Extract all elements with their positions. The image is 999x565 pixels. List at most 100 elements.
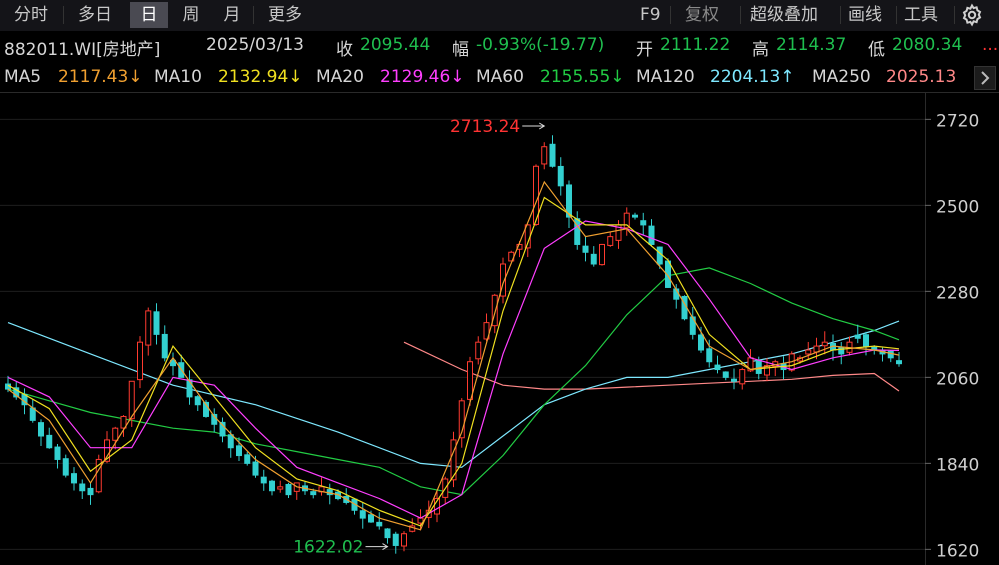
candle-body: [54, 446, 61, 460]
candle-body: [227, 434, 234, 449]
candle-body: [475, 341, 482, 360]
candle-body: [401, 533, 407, 547]
candle-body: [153, 311, 160, 335]
candle-body: [698, 334, 704, 351]
more-indicator[interactable]: ...: [982, 35, 998, 55]
candle-body: [557, 165, 564, 187]
candle-body: [863, 334, 869, 347]
security-code: 882011.WI[房地产]: [4, 40, 161, 60]
candle-body: [599, 243, 605, 266]
tool-divider: [670, 6, 671, 24]
candle-body: [648, 225, 655, 245]
candle-body: [590, 253, 597, 265]
candle-body: [71, 473, 77, 484]
ma250-value: 2025.13: [886, 67, 957, 87]
candle-body: [854, 334, 861, 339]
ma120-value: 2204.13↑: [710, 67, 795, 87]
y-tick-label: 2280: [936, 283, 979, 303]
quote-date: 2025/03/13: [206, 35, 304, 55]
low-label: 低: [868, 40, 885, 60]
candle-body: [194, 396, 201, 406]
ma10-label: MA10: [154, 67, 202, 87]
candle-body: [541, 146, 548, 165]
tab-weekly[interactable]: 周: [171, 2, 211, 28]
chevron-right-icon: [981, 71, 990, 85]
super-overlay-button[interactable]: 超级叠加: [750, 2, 818, 28]
candle-body: [269, 480, 275, 492]
ma250-label: MA250: [812, 67, 871, 87]
gear-icon[interactable]: [960, 3, 984, 27]
candle-body: [896, 360, 902, 365]
y-tick-label: 1620: [936, 541, 979, 561]
candle-body: [62, 458, 69, 476]
candle-body: [46, 434, 53, 449]
tab-intraday[interactable]: 分时: [0, 2, 62, 28]
low-value: 2080.34: [892, 35, 963, 55]
candle-body: [739, 369, 746, 385]
tab-monthly[interactable]: 月: [212, 2, 252, 28]
candle-body: [731, 378, 737, 382]
candle-body: [392, 533, 399, 546]
candle-body: [285, 483, 292, 496]
tab-more[interactable]: 更多: [254, 2, 316, 28]
candle-body: [656, 246, 663, 265]
candlestick-chart[interactable]: 2713.24 1622.02 2720 2500 2280 2060 1840 1620: [0, 92, 999, 565]
ma60-value: 2155.55↓: [540, 67, 625, 87]
candle-body: [384, 528, 391, 539]
adjust-button[interactable]: 复权: [685, 2, 719, 28]
ma60-label: MA60: [476, 67, 524, 87]
y-tick-label: 2060: [936, 369, 979, 389]
candle-body: [706, 348, 713, 363]
close-value: 2095.44: [360, 35, 431, 55]
high-value: 2114.37: [776, 35, 847, 55]
ma20-label: MA20: [316, 67, 364, 87]
candle-body: [359, 510, 366, 519]
legend-scroll-button[interactable]: [974, 66, 996, 90]
candle-body: [582, 245, 589, 253]
candle-body: [368, 514, 374, 523]
open-value: 2111.22: [660, 35, 731, 55]
candle-body: [821, 341, 828, 347]
candle-body: [236, 445, 242, 457]
close-label: 收: [336, 40, 353, 60]
change-value: -0.93%(-19.77): [476, 35, 605, 55]
candle-body: [310, 491, 317, 496]
tool-divider: [954, 6, 955, 24]
y-tick-label: 1840: [936, 455, 979, 475]
candle-body: [714, 364, 721, 371]
candle-body: [244, 454, 251, 464]
candle-body: [607, 236, 614, 246]
low-price-label: 1622.02: [293, 538, 363, 558]
ma5-value: 2117.43↓: [58, 67, 143, 87]
candle-body: [112, 427, 119, 441]
candle-body: [467, 361, 473, 400]
candle-body: [632, 214, 638, 218]
open-label: 开: [636, 40, 653, 60]
ma10-value: 2132.94↓: [218, 67, 303, 87]
candle-body: [887, 350, 894, 359]
chart-toolbar: 分时 多日 日 周 月 更多 F9 复权 超级叠加 画线 工具: [0, 0, 999, 31]
f9-button[interactable]: F9: [640, 2, 661, 28]
tab-daily[interactable]: 日: [130, 2, 168, 28]
candle-body: [38, 422, 44, 437]
candle-body: [161, 333, 168, 359]
ma20-value: 2129.46↓: [380, 67, 465, 87]
high-price-label: 2713.24: [450, 117, 520, 137]
candle-body: [376, 521, 383, 527]
tools-button[interactable]: 工具: [904, 2, 938, 28]
moving-average-legend: MA5 2117.43↓ MA10 2132.94↓ MA20 2129.46↓…: [0, 62, 999, 92]
candle-body: [79, 483, 86, 492]
tool-divider: [740, 6, 741, 24]
high-label: 高: [752, 40, 769, 60]
candle-body: [137, 341, 143, 381]
candle-body: [252, 461, 259, 476]
candle-body: [145, 310, 152, 346]
quote-info-bar: 882011.WI[房地产] 2025/03/13 收 2095.44 幅 -0…: [0, 31, 999, 61]
candle-body: [722, 371, 729, 378]
y-tick-label: 2720: [936, 111, 979, 131]
tab-multi-day[interactable]: 多日: [64, 2, 126, 28]
ma120-label: MA120: [636, 67, 695, 87]
draw-line-button[interactable]: 画线: [848, 2, 882, 28]
candle-body: [805, 349, 812, 355]
ma5-label: MA5: [4, 67, 42, 87]
